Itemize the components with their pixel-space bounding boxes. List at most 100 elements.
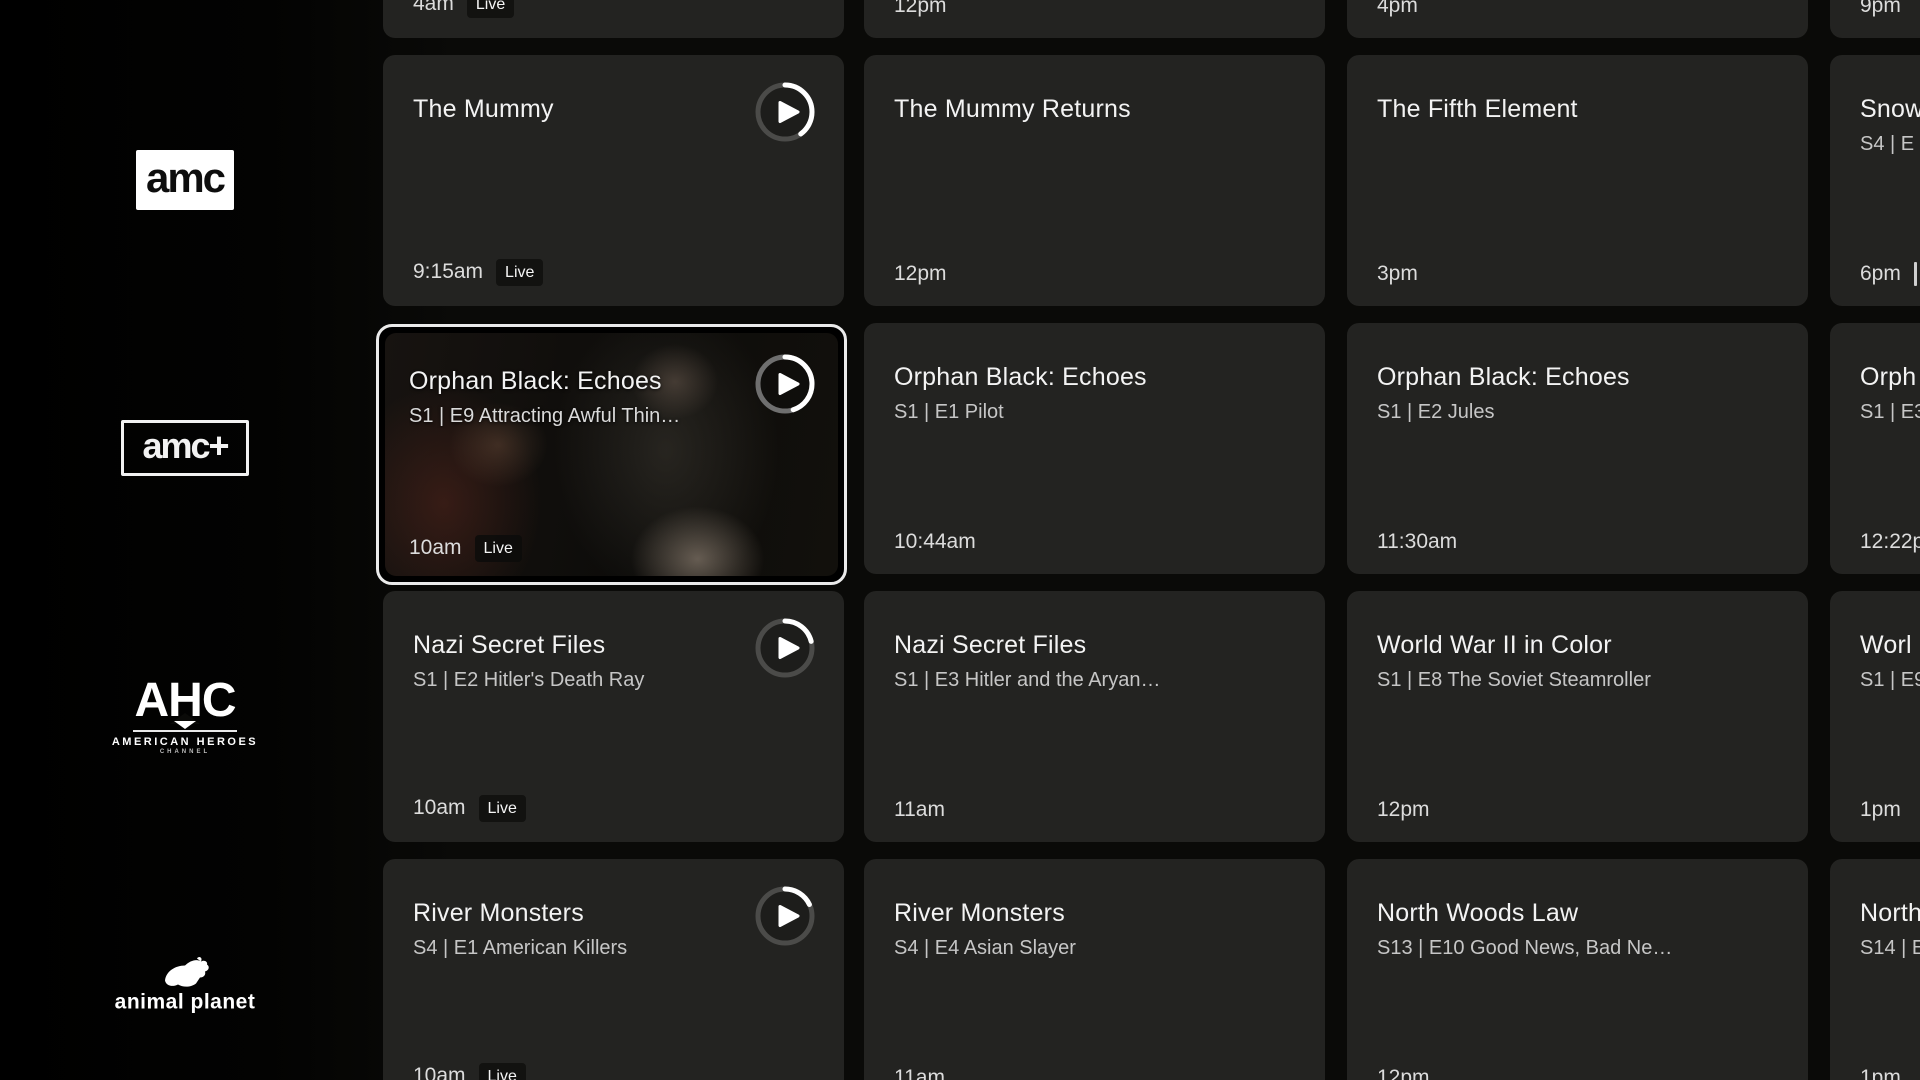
program-card[interactable]: Orph S1 | E3 12:22p xyxy=(1830,323,1920,574)
animal-planet-logo-text: animal planet xyxy=(115,991,256,1015)
channel-logo-amc[interactable]: amc xyxy=(0,150,370,210)
episode-subtitle: S1 | E8 The Soviet Steamroller xyxy=(1377,669,1722,692)
airtime-label: 4am xyxy=(413,0,454,16)
airtime-label: 11am xyxy=(894,1066,945,1080)
episode-subtitle: S1 | E3 xyxy=(1860,401,1920,424)
timeslot-stub-card[interactable]: 9pm xyxy=(1830,0,1920,38)
airtime-label: 12pm xyxy=(1377,1066,1430,1080)
episode-subtitle: S4 | E4 Asian Slayer xyxy=(894,937,1239,960)
airtime-label: 1pm xyxy=(1860,1066,1901,1080)
play-button[interactable] xyxy=(754,81,816,143)
airtime-label: 9pm xyxy=(1860,0,1901,18)
program-title: North Woods Law xyxy=(1377,899,1722,928)
amc-logo-text: amc xyxy=(146,157,224,203)
card-footer: 1pm xyxy=(1860,798,1901,822)
program-card[interactable]: River MonstersS4 | E1 American Killers10… xyxy=(383,859,844,1080)
card-footer: 6pm xyxy=(1860,262,1917,286)
play-button[interactable] xyxy=(754,353,816,415)
airtime-label: 12pm xyxy=(1377,798,1430,822)
program-card[interactable]: Orphan Black: Echoes S1 | E1 Pilot 10:44am xyxy=(864,323,1325,574)
card-footer: 10:44am xyxy=(894,530,976,554)
program-title: Worl xyxy=(1860,631,1920,660)
ahc-logo-chevron xyxy=(174,721,196,729)
airtime-label: 6pm xyxy=(1860,262,1901,286)
episode-subtitle: S13 | E10 Good News, Bad Ne… xyxy=(1377,937,1722,960)
card-footer: 4pm xyxy=(1377,0,1418,18)
airtime-label: 10am xyxy=(409,536,462,560)
program-card[interactable]: NorthS14 | E1pm xyxy=(1830,859,1920,1080)
amc-plus-logo-text: amc+ xyxy=(142,428,227,468)
timeslot-stub-card[interactable]: 4am Live xyxy=(383,0,844,38)
airtime-label: 11am xyxy=(894,798,945,822)
airtime-label: 4pm xyxy=(1377,0,1418,18)
episode-subtitle: S4 | E xyxy=(1860,133,1920,156)
progress-ring xyxy=(754,617,816,679)
program-card[interactable]: Orphan Black: EchoesS1 | E9 Attracting A… xyxy=(376,324,847,585)
episode-subtitle: S4 | E1 American Killers xyxy=(413,937,758,960)
episode-subtitle: S1 | E9 Attracting Awful Thin… xyxy=(409,405,758,428)
live-badge: Live xyxy=(467,0,514,18)
ahc-logo-rule xyxy=(133,730,237,732)
card-footer: 12pm xyxy=(1377,1066,1430,1080)
airtime-label: 12pm xyxy=(894,0,947,18)
card-footer: 12pm xyxy=(1377,798,1430,822)
live-badge: Live xyxy=(479,795,526,822)
airtime-label: 12pm xyxy=(894,262,947,286)
channel-logo-ahc[interactable]: AHCAMERICAN HEROESCHANNEL xyxy=(0,677,370,755)
ahc-logo-subtitle2: CHANNEL xyxy=(160,749,210,755)
animal-planet-elephant-icon xyxy=(159,954,211,988)
episode-subtitle: S1 | E2 Jules xyxy=(1377,401,1722,424)
program-card[interactable]: The Mummy Returns 12pm xyxy=(864,55,1325,306)
progress-ring xyxy=(754,885,816,947)
card-footer: 11am xyxy=(894,1066,945,1080)
program-card[interactable]: WorlS1 | E91pm xyxy=(1830,591,1920,842)
channel-logo-animal-planet[interactable]: animal planet xyxy=(0,954,370,1015)
program-card[interactable]: Nazi Secret FilesS1 | E3 Hitler and the … xyxy=(864,591,1325,842)
program-card[interactable]: North Woods Law S13 | E10 Good News, Bad … xyxy=(1347,859,1808,1080)
program-card[interactable]: The Fifth Element 3pm xyxy=(1347,55,1808,306)
airtime-label: 11:30am xyxy=(1377,530,1457,554)
airtime-label: 10:44am xyxy=(894,530,976,554)
program-title: The Mummy Returns xyxy=(894,95,1239,124)
program-title: Nazi Secret Files xyxy=(413,631,758,660)
program-card[interactable]: The Mummy9:15amLive xyxy=(383,55,844,306)
card-footer: 10am Live xyxy=(409,535,522,562)
episode-subtitle: S1 | E2 Hitler's Death Ray xyxy=(413,669,758,692)
episode-subtitle: S14 | E xyxy=(1860,937,1920,960)
card-footer: 11am xyxy=(894,798,945,822)
card-footer: 11:30am xyxy=(1377,530,1457,554)
amc-logo: amc xyxy=(136,150,234,210)
timeslot-stub-card[interactable]: 12pm xyxy=(864,0,1325,38)
program-title: Nazi Secret Files xyxy=(894,631,1239,660)
program-card[interactable]: Nazi Secret Files S1 | E2 Hitler's Death … xyxy=(383,591,844,842)
live-badge: Live xyxy=(496,259,543,286)
program-title: Snow xyxy=(1860,95,1920,124)
episode-subtitle: S1 | E1 Pilot xyxy=(894,401,1239,424)
live-badge: Live xyxy=(479,1063,526,1080)
airtime-label: 3pm xyxy=(1377,262,1418,286)
live-badge: Live xyxy=(475,535,522,562)
card-footer: 12pm xyxy=(894,0,947,18)
program-title: Orph xyxy=(1860,363,1920,392)
animal-planet-logo: animal planet xyxy=(115,954,256,1015)
program-title: The Fifth Element xyxy=(1377,95,1722,124)
live-guide-screen: amc amc+ AHCAMERICAN HEROESCHANNEL animal p… xyxy=(0,0,1920,1080)
progress-ring xyxy=(754,353,816,415)
timeslot-stub-card[interactable]: 4pm xyxy=(1347,0,1808,38)
card-footer: 10amLive xyxy=(413,1063,526,1080)
play-button[interactable] xyxy=(754,885,816,947)
airtime-label: 12:22p xyxy=(1860,530,1920,554)
program-title: River Monsters xyxy=(894,899,1239,928)
program-card[interactable]: World War II in ColorS1 | E8 The Soviet … xyxy=(1347,591,1808,842)
card-footer: 1pm xyxy=(1860,1066,1901,1080)
program-card[interactable]: River Monsters S4 | E4 Asian Slayer 11am xyxy=(864,859,1325,1080)
play-button[interactable] xyxy=(754,617,816,679)
program-title: Orphan Black: Echoes xyxy=(894,363,1239,392)
program-card[interactable]: Snow S4 | E 6pm xyxy=(1830,55,1920,306)
card-footer: 3pm xyxy=(1377,262,1418,286)
channel-logo-amc-plus[interactable]: amc+ xyxy=(0,420,370,476)
card-footer: 12:22p xyxy=(1860,530,1920,554)
card-footer: 12pm xyxy=(894,262,947,286)
program-card[interactable]: Orphan Black: EchoesS1 | E2 Jules11:30am xyxy=(1347,323,1808,574)
clipped-badge-fragment xyxy=(1914,262,1917,286)
